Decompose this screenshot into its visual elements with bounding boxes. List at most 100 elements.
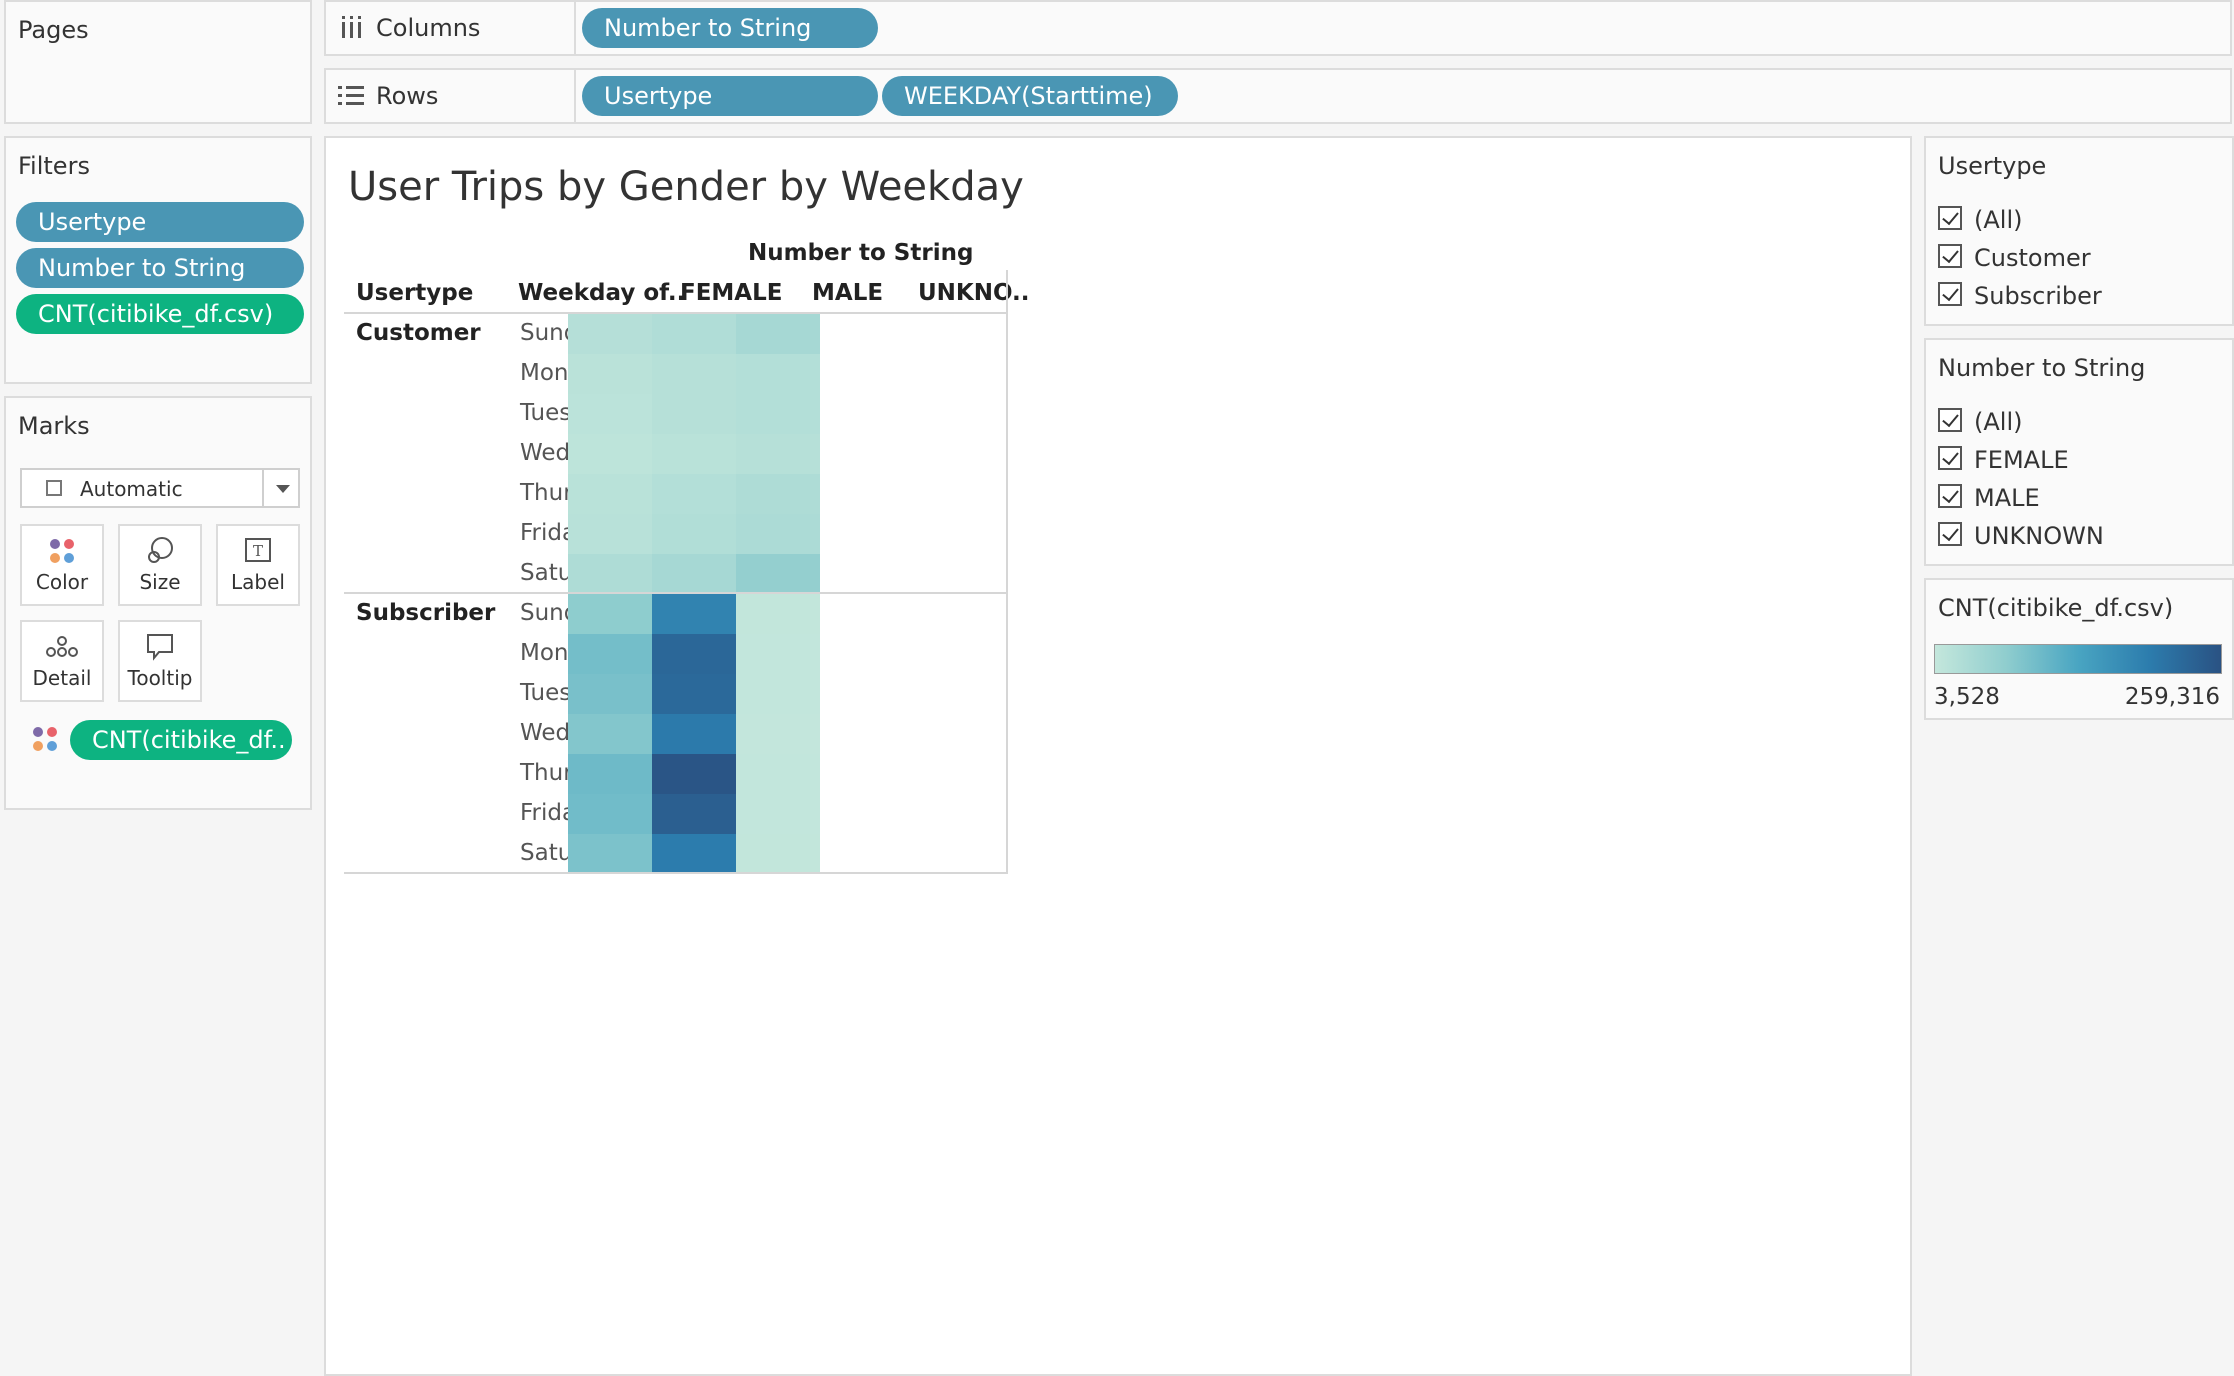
- pages-panel[interactable]: Pages: [4, 0, 312, 124]
- size-button[interactable]: Size: [118, 524, 202, 606]
- heatmap-cell[interactable]: [568, 314, 652, 354]
- worksheet-view[interactable]: User Trips by Gender by Weekday Number t…: [324, 136, 1912, 1376]
- heatmap-cell[interactable]: [736, 754, 820, 794]
- marks-color-pill[interactable]: CNT(citibike_df..: [70, 720, 292, 760]
- view-title: User Trips by Gender by Weekday: [348, 164, 1024, 210]
- heatmap-cell[interactable]: [652, 674, 736, 714]
- heatmap-cell[interactable]: [652, 714, 736, 754]
- rows-pill-usertype[interactable]: Usertype: [582, 76, 878, 116]
- marks-title: Marks: [18, 412, 90, 440]
- heatmap-cell[interactable]: [652, 754, 736, 794]
- heatmap-cell[interactable]: [652, 474, 736, 514]
- marks-panel[interactable]: Marks Automatic Color Size T Label Detai…: [4, 396, 312, 810]
- heatmap-cell[interactable]: [736, 634, 820, 674]
- heatmap-cell[interactable]: [568, 354, 652, 394]
- tooltip-button[interactable]: Tooltip: [118, 620, 202, 702]
- columns-pill-number-to-string[interactable]: Number to String: [582, 8, 878, 48]
- heatmap-cell[interactable]: [568, 834, 652, 874]
- heatmap-cell[interactable]: [568, 474, 652, 514]
- color-icon: [22, 536, 102, 566]
- heatmap-cell[interactable]: [568, 434, 652, 474]
- checkbox-icon: [1938, 446, 1962, 470]
- label-button[interactable]: T Label: [216, 524, 300, 606]
- checkbox-icon: [1938, 282, 1962, 306]
- heatmap-cell[interactable]: [652, 594, 736, 634]
- rows-label: Rows: [376, 82, 439, 110]
- heatmap-cell[interactable]: [652, 554, 736, 594]
- group-subscriber: Subscriber: [356, 600, 496, 626]
- col-header-male: MALE: [812, 280, 884, 306]
- gender-option-unknown[interactable]: UNKNOWN: [1938, 522, 2104, 552]
- checkbox-icon: [1938, 522, 1962, 546]
- mark-type-dropdown[interactable]: Automatic: [20, 468, 300, 508]
- columns-icon: [340, 14, 364, 42]
- heatmap-cell[interactable]: [568, 514, 652, 554]
- pages-title: Pages: [18, 16, 89, 44]
- heatmap-cell[interactable]: [652, 834, 736, 874]
- legend-min-label: 3,528: [1934, 684, 2000, 710]
- filters-panel[interactable]: Filters Usertype Number to String CNT(ci…: [4, 136, 312, 384]
- color-gradient-bar: [1934, 644, 2222, 674]
- columns-label: Columns: [376, 14, 481, 42]
- detail-button[interactable]: Detail: [20, 620, 104, 702]
- color-button[interactable]: Color: [20, 524, 104, 606]
- group-customer: Customer: [356, 320, 481, 346]
- checkbox-icon: [1938, 408, 1962, 432]
- gender-option-male[interactable]: MALE: [1938, 484, 2040, 514]
- usertype-filter-card[interactable]: Usertype (All) Customer Subscriber: [1924, 136, 2234, 326]
- size-icon: [120, 536, 200, 566]
- columns-shelf[interactable]: Columns Number to String: [324, 0, 2232, 56]
- chevron-down-icon: [276, 485, 290, 493]
- heatmap-cell[interactable]: [736, 594, 820, 634]
- heatmap-cell[interactable]: [736, 314, 820, 354]
- heatmap-cell[interactable]: [736, 394, 820, 434]
- heatmap-cell[interactable]: [652, 634, 736, 674]
- heatmap-cell[interactable]: [736, 794, 820, 834]
- heatmap-cell[interactable]: [568, 674, 652, 714]
- filter-pill-usertype[interactable]: Usertype: [16, 202, 304, 242]
- heatmap-cell[interactable]: [568, 794, 652, 834]
- heatmap-cell[interactable]: [568, 754, 652, 794]
- heatmap-cell[interactable]: [736, 674, 820, 714]
- gender-option-female[interactable]: FEMALE: [1938, 446, 2069, 476]
- heatmap-cell[interactable]: [568, 594, 652, 634]
- heatmap-cell[interactable]: [736, 514, 820, 554]
- col-header-unknown: UNKNO..: [918, 280, 1030, 306]
- heatmap-cell[interactable]: [568, 554, 652, 594]
- column-field-header: Number to String: [748, 240, 974, 266]
- filter-pill-number-to-string[interactable]: Number to String: [16, 248, 304, 288]
- heatmap-cell[interactable]: [652, 314, 736, 354]
- legend-max-label: 259,316: [2124, 684, 2220, 710]
- heatmap-cell[interactable]: [736, 434, 820, 474]
- heatmap-cell[interactable]: [652, 354, 736, 394]
- filter-pill-cnt[interactable]: CNT(citibike_df.csv): [16, 294, 304, 334]
- gender-option-all[interactable]: (All): [1938, 408, 2022, 438]
- heatmap-cell[interactable]: [652, 434, 736, 474]
- rows-shelf[interactable]: Rows Usertype WEEKDAY(Starttime): [324, 68, 2232, 124]
- heatmap-cell[interactable]: [736, 474, 820, 514]
- weekday-header: Weekday of..: [518, 280, 686, 306]
- gender-filter-card[interactable]: Number to String (All) FEMALE MALE UNKNO…: [1924, 338, 2234, 566]
- heatmap-cell[interactable]: [652, 514, 736, 554]
- usertype-option-subscriber[interactable]: Subscriber: [1938, 282, 2102, 312]
- usertype-header: Usertype: [356, 280, 474, 306]
- heatmap-cell[interactable]: [652, 394, 736, 434]
- heatmap-cell[interactable]: [652, 794, 736, 834]
- color-legend-card[interactable]: CNT(citibike_df.csv) 3,528 259,316: [1924, 578, 2234, 720]
- heatmap-cell[interactable]: [736, 554, 820, 594]
- label-icon: T: [218, 536, 298, 566]
- heatmap-cell[interactable]: [736, 354, 820, 394]
- color-encoding-icon: [30, 724, 60, 754]
- rows-pill-weekday[interactable]: WEEKDAY(Starttime): [882, 76, 1178, 116]
- usertype-option-customer[interactable]: Customer: [1938, 244, 2091, 274]
- heatmap-cell[interactable]: [568, 714, 652, 754]
- heatmap-cell[interactable]: [568, 634, 652, 674]
- gender-filter-title: Number to String: [1938, 354, 2146, 382]
- usertype-filter-title: Usertype: [1938, 152, 2047, 180]
- heatmap-cell[interactable]: [736, 834, 820, 874]
- usertype-option-all[interactable]: (All): [1938, 206, 2022, 236]
- svg-text:T: T: [253, 542, 263, 560]
- heatmap-cell[interactable]: [736, 714, 820, 754]
- heatmap-cell[interactable]: [568, 394, 652, 434]
- rows-icon: [338, 84, 366, 108]
